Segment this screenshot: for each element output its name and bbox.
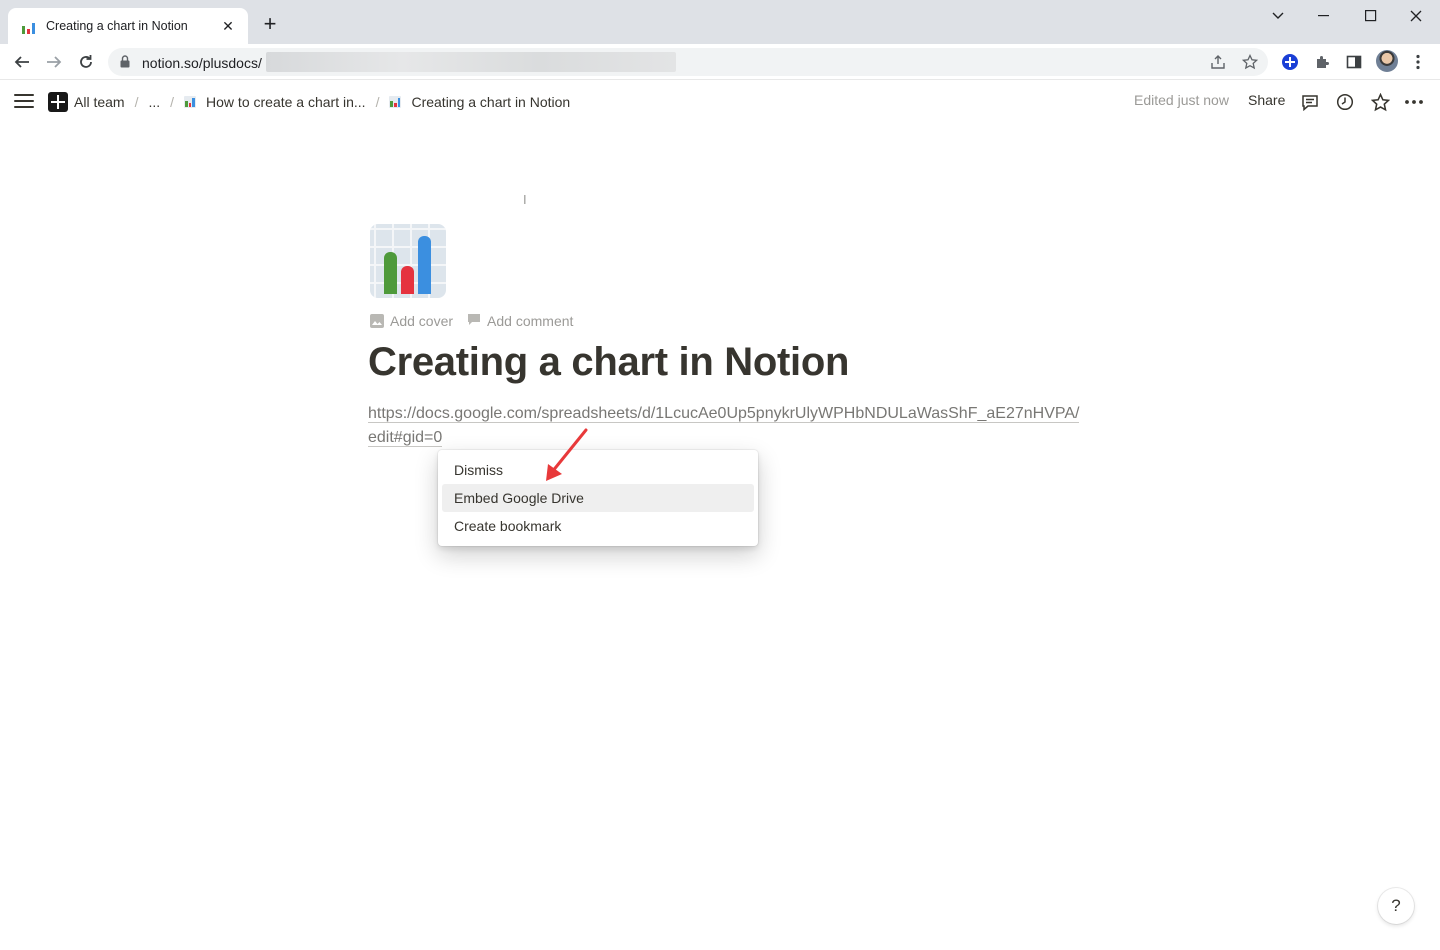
- breadcrumb-separator: /: [134, 94, 139, 110]
- notion-topbar: All team / ... / How to create a chart i…: [0, 80, 1440, 124]
- browser-tab[interactable]: Creating a chart in Notion ✕: [8, 8, 248, 44]
- pasted-url-text[interactable]: https://docs.google.com/spreadsheets/d/1…: [368, 405, 1080, 447]
- address-bar[interactable]: notion.so/plusdocs/: [108, 48, 1268, 76]
- workspace-logo-icon: [48, 92, 68, 112]
- breadcrumb-ellipsis[interactable]: ...: [148, 94, 160, 110]
- side-panel-icon[interactable]: [1344, 52, 1364, 72]
- history-clock-icon[interactable]: [1335, 92, 1355, 112]
- extension-icon[interactable]: [1280, 52, 1300, 72]
- breadcrumb-parent-page[interactable]: How to create a chart in...: [206, 94, 366, 110]
- browser-tabstrip: Creating a chart in Notion ✕ +: [0, 0, 1440, 44]
- menu-item-create-bookmark[interactable]: Create bookmark: [442, 512, 754, 540]
- lock-icon: [120, 55, 130, 73]
- breadcrumb-workspace[interactable]: All team: [74, 94, 125, 110]
- profile-avatar[interactable]: [1376, 50, 1398, 72]
- pasted-url-block[interactable]: https://docs.google.com/spreadsheets/d/1…: [368, 402, 1080, 450]
- paste-options-menu: Dismiss Embed Google Drive Create bookma…: [438, 450, 758, 546]
- page-title[interactable]: Creating a chart in Notion: [368, 340, 849, 385]
- add-cover-label: Add cover: [390, 313, 454, 329]
- breadcrumb-separator: /: [375, 94, 380, 110]
- tab-close-icon[interactable]: ✕: [220, 18, 236, 35]
- page-icon-bar-chart[interactable]: [370, 224, 446, 298]
- page-actions: Add cover Add comment: [370, 313, 573, 329]
- comment-icon[interactable]: [1300, 92, 1320, 112]
- new-tab-button[interactable]: +: [259, 13, 281, 36]
- bar-chart-icon: [184, 96, 197, 108]
- breadcrumb-separator: /: [170, 94, 175, 110]
- puzzle-icon[interactable]: [1312, 52, 1332, 72]
- icon-bar-green: [384, 252, 397, 294]
- bar-chart-icon: [20, 18, 36, 34]
- minimize-icon[interactable]: [1311, 6, 1337, 26]
- sidebar-menu-icon[interactable]: [14, 94, 34, 110]
- share-button[interactable]: Share: [1248, 92, 1285, 108]
- more-options-icon[interactable]: [1404, 92, 1424, 112]
- breadcrumb: All team / ... / How to create a chart i…: [48, 92, 570, 112]
- tab-title: Creating a chart in Notion: [46, 19, 188, 33]
- add-comment-button[interactable]: Add comment: [467, 313, 573, 329]
- url-redacted: [266, 52, 676, 72]
- url-text: notion.so/plusdocs/: [142, 55, 262, 71]
- bookmark-star-icon[interactable]: [1241, 53, 1259, 71]
- browser-toolbar: notion.so/plusdocs/: [0, 44, 1440, 80]
- reload-icon[interactable]: [74, 50, 98, 74]
- icon-bar-blue: [418, 236, 431, 294]
- add-comment-label: Add comment: [487, 313, 574, 329]
- tab-search-icon[interactable]: [1265, 6, 1291, 26]
- close-window-icon[interactable]: [1403, 6, 1429, 26]
- menu-item-dismiss[interactable]: Dismiss: [442, 456, 754, 484]
- help-button[interactable]: ?: [1378, 888, 1414, 924]
- bar-chart-icon: [389, 96, 402, 108]
- edited-status: Edited just now: [1134, 92, 1229, 108]
- menu-item-embed-google-drive[interactable]: Embed Google Drive: [442, 484, 754, 512]
- breadcrumb-current-page[interactable]: Creating a chart in Notion: [411, 94, 570, 110]
- forward-arrow-icon[interactable]: [42, 50, 66, 74]
- annotation-arrow-icon: [546, 428, 588, 481]
- icon-bar-red: [401, 266, 414, 294]
- kebab-menu-icon[interactable]: [1408, 52, 1428, 72]
- comment-icon: [467, 313, 481, 329]
- back-arrow-icon[interactable]: [10, 50, 34, 74]
- add-cover-button[interactable]: Add cover: [370, 313, 453, 329]
- favorite-star-icon[interactable]: [1370, 92, 1390, 112]
- image-icon: [370, 314, 384, 328]
- share-page-icon[interactable]: [1209, 53, 1227, 71]
- maximize-icon[interactable]: [1358, 6, 1384, 26]
- text-cursor-icon: I: [523, 192, 527, 207]
